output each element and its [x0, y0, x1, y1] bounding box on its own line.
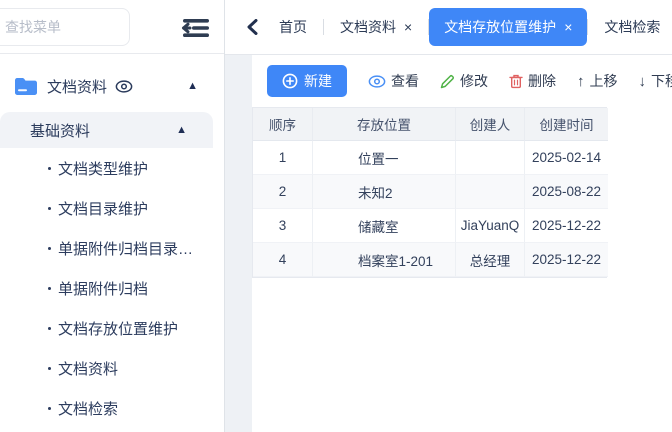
table-cell[interactable]: 总经理 — [456, 243, 525, 277]
sidebar-item-label: 文档检索 — [58, 398, 118, 419]
sidebar-item-label: 单据附件归档目录… — [58, 238, 193, 259]
tab-item[interactable]: 文档检索 — [588, 17, 672, 37]
edit-button-label: 修改 — [460, 71, 488, 91]
sidebar-menu-item[interactable]: 文档检索 — [0, 388, 224, 428]
search-input[interactable] — [0, 8, 130, 46]
column-header: 存放位置 — [313, 108, 456, 141]
sidebar-item-label: 文档目录维护 — [58, 198, 148, 219]
new-button[interactable]: 新建 — [267, 65, 347, 97]
tab-label: 文档检索 — [604, 17, 660, 37]
tab-bar: 首页 文档资料 × 文档存放位置维护 × 文档检索 — [225, 0, 672, 55]
pencil-icon — [440, 74, 455, 89]
tab-item[interactable]: 文档资料 × — [324, 17, 428, 37]
close-icon[interactable]: × — [404, 19, 412, 35]
view-button-label: 查看 — [391, 71, 419, 91]
column-header: 创建时间 — [525, 108, 608, 141]
move-up-button[interactable]: ↑ 上移 — [577, 71, 618, 91]
table-cell[interactable]: 2 — [253, 175, 313, 209]
table-cell[interactable]: 未知2 — [313, 175, 456, 209]
sidebar-menu-item[interactable]: 文档资料 — [0, 348, 224, 388]
bullet-dot — [48, 247, 51, 250]
sidebar-group-node[interactable]: 基础资料 ▲ — [0, 112, 213, 148]
column-header: 顺序 — [253, 108, 313, 141]
bullet-dot — [48, 207, 51, 210]
sidebar-item-label: 文档资料 — [58, 358, 118, 379]
arrow-down-icon: ↓ — [639, 73, 647, 90]
table-cell[interactable]: JiaYuanQ — [456, 209, 525, 243]
sidebar-menu-list: 文档类型维护文档目录维护单据附件归档目录… 单据附件归档文档存放位置维护文档资料文… — [0, 148, 224, 428]
sidebar: 文档资料 ▲ 基础资料 ▲ 文档类型维护文档目录维护单据附件归档目录… 单据附件归… — [0, 0, 225, 432]
sidebar-menu-item[interactable]: 文档存放位置维护 — [0, 308, 224, 348]
table-cell[interactable]: 2025-02-14 — [525, 141, 608, 175]
bullet-dot — [48, 167, 51, 170]
sidebar-menu-tree: 文档资料 ▲ 基础资料 ▲ 文档类型维护文档目录维护单据附件归档目录… 单据附件归… — [0, 54, 224, 428]
sidebar-root-label: 文档资料 — [47, 76, 107, 97]
move-up-button-label: 上移 — [590, 71, 618, 91]
table-cell[interactable]: 4 — [253, 243, 313, 277]
bullet-dot — [48, 367, 51, 370]
toolbar: 新建 查看 修改 — [252, 55, 672, 107]
eye-icon — [368, 75, 386, 88]
menu-fold-icon[interactable] — [178, 15, 214, 41]
records-table: 顺序存放位置创建人创建时间 1位置一 2025-02-14 2未知2 2025-08-2… — [252, 107, 607, 278]
sidebar-menu-item[interactable]: 文档目录维护 — [0, 188, 224, 228]
sidebar-item-label: 文档存放位置维护 — [58, 318, 178, 339]
sidebar-item-label: 文档类型维护 — [58, 158, 148, 179]
delete-button-label: 删除 — [528, 71, 556, 91]
sidebar-menu-item[interactable]: 单据附件归档目录… — [0, 228, 224, 268]
folder-icon — [14, 77, 38, 96]
table-cell[interactable]: 档案室1-201 — [313, 243, 456, 277]
table-cell[interactable]: 1 — [253, 141, 313, 175]
sidebar-root-node[interactable]: 文档资料 ▲ — [0, 70, 224, 102]
tab-label: 文档存放位置维护 — [444, 17, 556, 37]
tab-label: 首页 — [279, 17, 307, 37]
tab-label: 文档资料 — [340, 17, 396, 37]
delete-button[interactable]: 删除 — [509, 71, 556, 91]
trash-icon — [509, 74, 523, 89]
tab-list: 首页 文档资料 × 文档存放位置维护 × 文档检索 — [263, 0, 672, 54]
close-icon[interactable]: × — [564, 19, 572, 35]
table-cell[interactable] — [456, 175, 525, 209]
sidebar-header — [0, 0, 224, 54]
triangle-up-icon[interactable]: ▲ — [187, 81, 198, 92]
move-down-button-label: 下移 — [651, 71, 672, 91]
table-cell[interactable]: 位置一 — [313, 141, 456, 175]
column-header: 创建人 — [456, 108, 525, 141]
table-cell[interactable]: 2025-08-22 — [525, 175, 608, 209]
bullet-dot — [48, 287, 51, 290]
edit-button[interactable]: 修改 — [440, 71, 488, 91]
visibility-eye-icon[interactable] — [115, 80, 133, 93]
chevron-left-icon[interactable] — [241, 16, 263, 38]
view-button[interactable]: 查看 — [368, 71, 419, 91]
table-cell[interactable] — [456, 141, 525, 175]
plus-circle-icon — [282, 73, 298, 89]
move-down-button[interactable]: ↓ 下移 — [639, 71, 672, 91]
bullet-dot — [48, 327, 51, 330]
panel-gutter — [225, 55, 252, 432]
tab-item[interactable]: 文档存放位置维护 × — [429, 8, 587, 46]
bullet-dot — [48, 407, 51, 410]
table-cell[interactable]: 3 — [253, 209, 313, 243]
table-cell[interactable]: 2025-12-22 — [525, 243, 608, 277]
triangle-up-icon[interactable]: ▲ — [176, 125, 187, 136]
sidebar-item-label: 单据附件归档 — [58, 278, 148, 299]
tab-item[interactable]: 首页 — [263, 17, 323, 37]
sidebar-group-label: 基础资料 — [30, 120, 90, 141]
table-cell[interactable]: 2025-12-22 — [525, 209, 608, 243]
sidebar-menu-item[interactable]: 单据附件归档 — [0, 268, 224, 308]
arrow-up-icon: ↑ — [577, 73, 585, 90]
new-button-label: 新建 — [304, 71, 332, 91]
app-window: 文档资料 ▲ 基础资料 ▲ 文档类型维护文档目录维护单据附件归档目录… 单据附件归… — [0, 0, 672, 432]
table-cell[interactable]: 储藏室 — [313, 209, 456, 243]
sidebar-menu-item[interactable]: 文档类型维护 — [0, 148, 224, 188]
